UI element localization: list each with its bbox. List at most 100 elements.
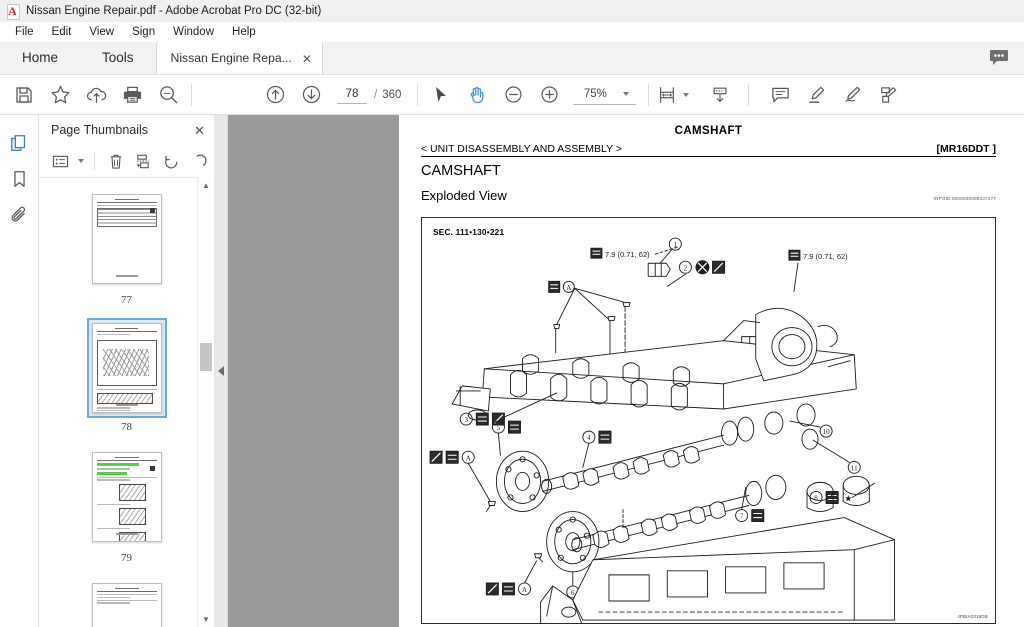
cursor-arrow-icon[interactable] <box>423 78 459 112</box>
panel-title: Page Thumbnails <box>51 123 149 137</box>
thumbnails-scroll-area[interactable]: 77 78 79 <box>39 178 214 627</box>
page-thumbnails-icon[interactable] <box>2 125 36 161</box>
page-title: CAMSHAFT <box>421 163 501 179</box>
highlighter-icon[interactable] <box>798 78 834 112</box>
fit-page-chevron-down-icon[interactable] <box>683 92 690 97</box>
thumbnail-item[interactable]: 80 <box>85 576 169 627</box>
svg-text:7: 7 <box>740 513 744 521</box>
page-thumbnails-panel: Page Thumbnails ✕ 77 78 79 ▲ ▼ <box>39 115 215 627</box>
attachments-icon[interactable] <box>2 197 36 233</box>
trash-icon[interactable] <box>102 148 129 174</box>
section-row: Exploded View INFOID:0000000008337277 <box>421 188 996 203</box>
menu-window[interactable]: Window <box>164 24 223 40</box>
scroll-down-icon[interactable] <box>702 78 738 112</box>
thumbnail-page <box>91 194 162 284</box>
navigation-rail <box>0 115 39 627</box>
svg-text:7.9 (0.71, 62): 7.9 (0.71, 62) <box>605 250 650 259</box>
toolbar-separator-3 <box>648 83 650 106</box>
acrobat-window: A Nissan Engine Repair.pdf - Adobe Acrob… <box>0 0 1024 627</box>
pdf-page: CAMSHAFT < UNIT DISASSEMBLY AND ASSEMBLY… <box>399 115 1024 627</box>
options-chevron-down-icon[interactable] <box>78 159 84 163</box>
window-title: Nissan Engine Repair.pdf - Adobe Acrobat… <box>26 4 322 17</box>
menu-bar: File Edit View Sign Window Help <box>0 22 1024 42</box>
svg-text:A: A <box>522 586 528 594</box>
menu-edit[interactable]: Edit <box>43 24 81 40</box>
page-total-value: 360 <box>382 88 402 101</box>
tab-home[interactable]: Home <box>0 42 81 74</box>
svg-text:4: 4 <box>587 434 591 442</box>
panel-toolbar <box>39 145 214 178</box>
upload-cloud-icon[interactable] <box>78 78 114 112</box>
page-total: / 360 <box>374 89 401 101</box>
toolbar-separator <box>191 83 192 106</box>
thumbnail-item[interactable]: 78 <box>86 318 167 433</box>
camshaft-diagram: 7.9 (0.71, 62) 7.9 (0.71, 62) A 1 2 3 4 … <box>429 237 895 623</box>
svg-text:5: 5 <box>497 424 501 432</box>
svg-text:A: A <box>466 454 472 462</box>
sign-icon[interactable] <box>834 78 870 112</box>
bookmarks-icon[interactable] <box>2 161 36 197</box>
list-options-icon[interactable] <box>47 148 74 174</box>
menu-file[interactable]: File <box>6 24 43 40</box>
menu-sign[interactable]: Sign <box>123 24 164 40</box>
section-heading: Exploded View <box>421 188 507 203</box>
search-icon[interactable] <box>150 78 186 112</box>
svg-text:3: 3 <box>464 416 468 424</box>
rotate-clockwise-icon[interactable] <box>186 148 213 174</box>
scroll-down-arrow-icon[interactable]: ▼ <box>198 611 214 627</box>
thumbnail-page <box>91 323 162 413</box>
scroll-up-arrow-icon[interactable]: ▲ <box>198 177 214 193</box>
rotate-counterclockwise-icon[interactable] <box>158 148 185 174</box>
svg-text:8: 8 <box>814 494 818 502</box>
toolbar: / 360 75% <box>0 75 1024 115</box>
thumbnail-item[interactable]: 79 <box>85 445 169 564</box>
svg-text:2: 2 <box>684 264 688 272</box>
svg-text:7.9 (0.71, 62): 7.9 (0.71, 62) <box>803 252 848 261</box>
tab-document-label: Nissan Engine Repa... <box>170 51 292 65</box>
document-viewport[interactable]: CAMSHAFT < UNIT DISASSEMBLY AND ASSEMBLY… <box>228 115 1024 627</box>
close-icon[interactable]: ✕ <box>194 124 205 137</box>
fit-page-icon[interactable] <box>654 78 680 112</box>
tab-document[interactable]: Nissan Engine Repa... ✕ <box>155 42 323 74</box>
tab-bar-spacer <box>322 42 984 74</box>
star-icon[interactable] <box>42 78 78 112</box>
extract-pages-icon[interactable] <box>130 148 157 174</box>
comment-icon[interactable] <box>762 78 798 112</box>
menu-view[interactable]: View <box>80 24 123 40</box>
document-header-row: < UNIT DISASSEMBLY AND ASSEMBLY > [MR16D… <box>421 143 996 157</box>
svg-text:1: 1 <box>674 241 678 249</box>
exploded-view-figure: SEC. 111•130•221 JPBIA0319GB 7.9 (0.71, … <box>421 217 996 624</box>
zoom-control[interactable]: 75% <box>573 85 637 105</box>
main-area: Page Thumbnails ✕ 77 78 79 ▲ ▼ CAMSHAFT … <box>0 115 1024 627</box>
thumbnail-page <box>91 452 162 542</box>
breadcrumb: < UNIT DISASSEMBLY AND ASSEMBLY > <box>421 143 622 155</box>
scrollbar-thumb[interactable] <box>200 343 212 371</box>
thumbnail-page-number: 77 <box>121 294 132 306</box>
page-number-input[interactable] <box>337 85 367 104</box>
acrobat-icon: A <box>6 3 20 20</box>
chevron-down-icon[interactable] <box>623 92 630 96</box>
fill-and-sign-icon[interactable] <box>870 78 906 112</box>
close-icon[interactable]: ✕ <box>302 53 312 65</box>
thumbnail-page-number: 79 <box>121 552 132 564</box>
svg-text:10: 10 <box>823 428 831 436</box>
toolbar-separator-4 <box>748 83 750 106</box>
tab-tools[interactable]: Tools <box>80 42 156 74</box>
panel-header: Page Thumbnails ✕ <box>39 115 214 145</box>
print-icon[interactable] <box>114 78 150 112</box>
save-icon[interactable] <box>6 78 42 112</box>
minus-circle-icon[interactable] <box>495 78 531 112</box>
thumbnail-item[interactable]: 77 <box>85 187 169 306</box>
toolbar-separator-2 <box>417 83 419 106</box>
hand-icon[interactable] <box>459 78 495 112</box>
arrow-up-circle-icon[interactable] <box>257 78 293 112</box>
menu-help[interactable]: Help <box>223 24 265 40</box>
collapse-panel-handle[interactable] <box>215 115 228 627</box>
page-navigation: / 360 <box>337 85 401 104</box>
arrow-down-circle-icon[interactable] <box>293 78 329 112</box>
thumbnail-page <box>91 583 162 627</box>
scrollbar-track[interactable] <box>198 193 214 611</box>
thumbnails-scrollbar[interactable]: ▲ ▼ <box>197 177 214 627</box>
comment-bubble-icon[interactable] <box>984 42 1014 74</box>
plus-circle-icon[interactable] <box>531 78 567 112</box>
